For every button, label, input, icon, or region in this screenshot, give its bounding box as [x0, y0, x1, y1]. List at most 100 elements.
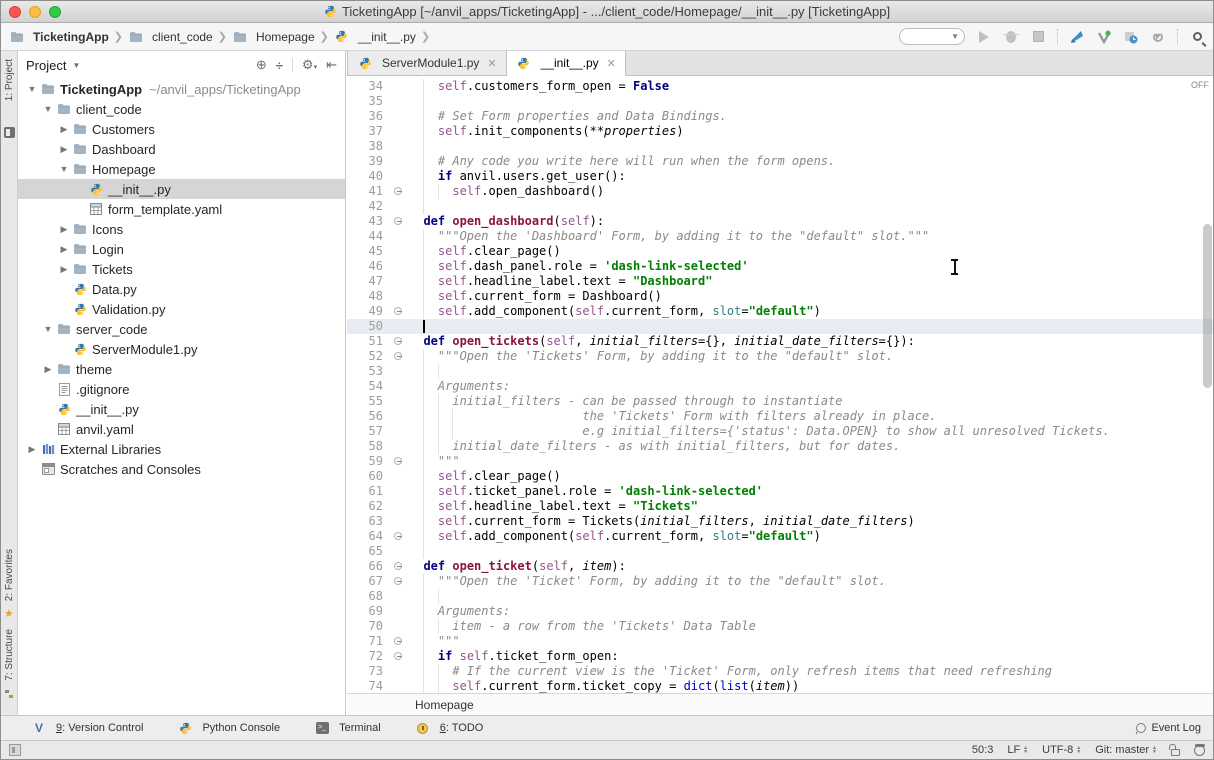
tree-item-external-libraries[interactable]: ▶External Libraries: [18, 439, 345, 459]
code-text[interactable]: initial_filters - can be passed through …: [409, 394, 1213, 409]
zoom-window-button[interactable]: [49, 6, 61, 18]
breadcrumb-item-homepage[interactable]: Homepage: [415, 698, 474, 712]
structure-tool-window-button[interactable]: 7: Structure: [4, 629, 15, 681]
code-text[interactable]: self.init_components(**properties): [409, 124, 1213, 139]
code-line[interactable]: 71 """: [347, 634, 1213, 649]
breadcrumb-item[interactable]: __init__.py: [334, 29, 416, 45]
line-number[interactable]: 53: [347, 364, 389, 379]
close-tab-icon[interactable]: ✕: [607, 57, 616, 70]
close-tab-icon[interactable]: ✕: [487, 57, 496, 70]
code-text[interactable]: def open_dashboard(self):: [409, 214, 1213, 229]
code-text[interactable]: self.add_component(self.current_form, sl…: [409, 304, 1213, 319]
code-text[interactable]: [409, 544, 1213, 559]
settings-gear-button[interactable]: ⚙▾: [302, 57, 317, 73]
code-text[interactable]: def open_tickets(self, initial_filters={…: [409, 334, 1213, 349]
code-text[interactable]: self.clear_page(): [409, 469, 1213, 484]
line-number[interactable]: 46: [347, 259, 389, 274]
code-text[interactable]: [409, 94, 1213, 109]
code-text[interactable]: def open_ticket(self, item):: [409, 559, 1213, 574]
tree-item-validation-py[interactable]: Validation.py: [18, 299, 345, 319]
line-number[interactable]: 38: [347, 139, 389, 154]
tree-expand-arrow-icon[interactable]: ▶: [56, 124, 72, 135]
code-line[interactable]: 68: [347, 589, 1213, 604]
code-line[interactable]: 49 self.add_component(self.current_form,…: [347, 304, 1213, 319]
code-text[interactable]: [409, 199, 1213, 214]
code-line[interactable]: 59 """: [347, 454, 1213, 469]
code-line[interactable]: 56 the 'Tickets' Form with filters alrea…: [347, 409, 1213, 424]
tree-expand-arrow-icon[interactable]: ▶: [56, 224, 72, 235]
tool-window-button-python-console[interactable]: Python Console: [177, 720, 280, 736]
tree-item-customers[interactable]: ▶Customers: [18, 119, 345, 139]
line-number[interactable]: 39: [347, 154, 389, 169]
code-text[interactable]: self.ticket_panel.role = 'dash-link-sele…: [409, 484, 1213, 499]
code-text[interactable]: the 'Tickets' Form with filters already …: [409, 409, 1213, 424]
debug-button[interactable]: [1003, 29, 1019, 45]
code-text[interactable]: """Open the 'Tickets' Form, by adding it…: [409, 349, 1213, 364]
tree-expand-arrow-icon[interactable]: ▼: [40, 324, 56, 334]
code-line[interactable]: 44 """Open the 'Dashboard' Form, by addi…: [347, 229, 1213, 244]
fold-end-icon[interactable]: [394, 637, 402, 645]
code-text[interactable]: # Any code you write here will run when …: [409, 154, 1213, 169]
line-number[interactable]: 42: [347, 199, 389, 214]
breadcrumb-item[interactable]: Homepage: [232, 29, 315, 45]
code-line[interactable]: 52 """Open the 'Tickets' Form, by adding…: [347, 349, 1213, 364]
code-text[interactable]: # Set Form properties and Data Bindings.: [409, 109, 1213, 124]
line-number[interactable]: 59: [347, 454, 389, 469]
git-branch-widget[interactable]: Git: master▲▼: [1095, 744, 1157, 756]
tool-window-button--version-control[interactable]: V9: Version Control: [31, 720, 143, 736]
fold-collapse-icon[interactable]: [394, 652, 402, 660]
line-number[interactable]: 36: [347, 109, 389, 124]
run-configuration-select[interactable]: ▼: [899, 28, 965, 45]
line-number[interactable]: 56: [347, 409, 389, 424]
line-number[interactable]: 63: [347, 514, 389, 529]
line-number[interactable]: 55: [347, 394, 389, 409]
tree-item--init-py[interactable]: __init__.py: [18, 179, 345, 199]
code-text[interactable]: if anvil.users.get_user():: [409, 169, 1213, 184]
code-text[interactable]: self.clear_page(): [409, 244, 1213, 259]
rollback-button[interactable]: [1150, 29, 1166, 45]
code-line[interactable]: 37 self.init_components(**properties): [347, 124, 1213, 139]
line-number[interactable]: 40: [347, 169, 389, 184]
caret-position-widget[interactable]: 50:3: [972, 744, 993, 756]
code-line[interactable]: 38: [347, 139, 1213, 154]
code-text[interactable]: self.open_dashboard(): [409, 184, 1213, 199]
fold-gutter[interactable]: [389, 454, 409, 469]
fold-gutter[interactable]: [389, 349, 409, 364]
tree-item-server-code[interactable]: ▼server_code: [18, 319, 345, 339]
tree-expand-arrow-icon[interactable]: ▶: [56, 264, 72, 275]
line-number[interactable]: 52: [347, 349, 389, 364]
chevron-down-icon[interactable]: ▼: [72, 61, 80, 70]
line-number[interactable]: 74: [347, 679, 389, 693]
tree-expand-arrow-icon[interactable]: ▼: [24, 84, 40, 94]
run-button[interactable]: [976, 29, 992, 45]
code-text[interactable]: self.current_form.ticket_copy = dict(lis…: [409, 679, 1213, 693]
tree-item-ticketingapp[interactable]: ▼TicketingApp~/anvil_apps/TicketingApp: [18, 79, 345, 99]
line-number[interactable]: 57: [347, 424, 389, 439]
fold-gutter[interactable]: [389, 529, 409, 544]
code-text[interactable]: initial_date_filters - as with initial_f…: [409, 439, 1213, 454]
tree-item-data-py[interactable]: Data.py: [18, 279, 345, 299]
search-everywhere-button[interactable]: [1189, 29, 1205, 45]
code-text[interactable]: self.customers_form_open = False: [409, 79, 1213, 94]
tree-expand-arrow-icon[interactable]: ▶: [40, 364, 56, 375]
code-line[interactable]: 51 def open_tickets(self, initial_filter…: [347, 334, 1213, 349]
code-text[interactable]: e.g initial_filters={'status': Data.OPEN…: [409, 424, 1213, 439]
tree-item-scratches-and-consoles[interactable]: Scratches and Consoles: [18, 459, 345, 479]
fold-gutter[interactable]: [389, 334, 409, 349]
minimize-window-button[interactable]: [29, 6, 41, 18]
fold-gutter[interactable]: [389, 634, 409, 649]
fold-collapse-icon[interactable]: [394, 337, 402, 345]
code-listing[interactable]: 34 self.customers_form_open = False3536 …: [347, 76, 1213, 693]
hide-panel-button[interactable]: ⇤: [326, 57, 337, 73]
line-number[interactable]: 71: [347, 634, 389, 649]
code-text[interactable]: item - a row from the 'Tickets' Data Tab…: [409, 619, 1213, 634]
code-text[interactable]: """Open the 'Dashboard' Form, by adding …: [409, 229, 1213, 244]
fold-end-icon[interactable]: [394, 532, 402, 540]
code-text[interactable]: self.dash_panel.role = 'dash-link-select…: [409, 259, 1213, 274]
tree-expand-arrow-icon[interactable]: ▼: [40, 104, 56, 114]
fold-gutter[interactable]: [389, 304, 409, 319]
line-number[interactable]: 34: [347, 79, 389, 94]
code-text[interactable]: Arguments:: [409, 379, 1213, 394]
code-line[interactable]: 55 initial_filters - can be passed throu…: [347, 394, 1213, 409]
code-text[interactable]: [409, 364, 1213, 379]
